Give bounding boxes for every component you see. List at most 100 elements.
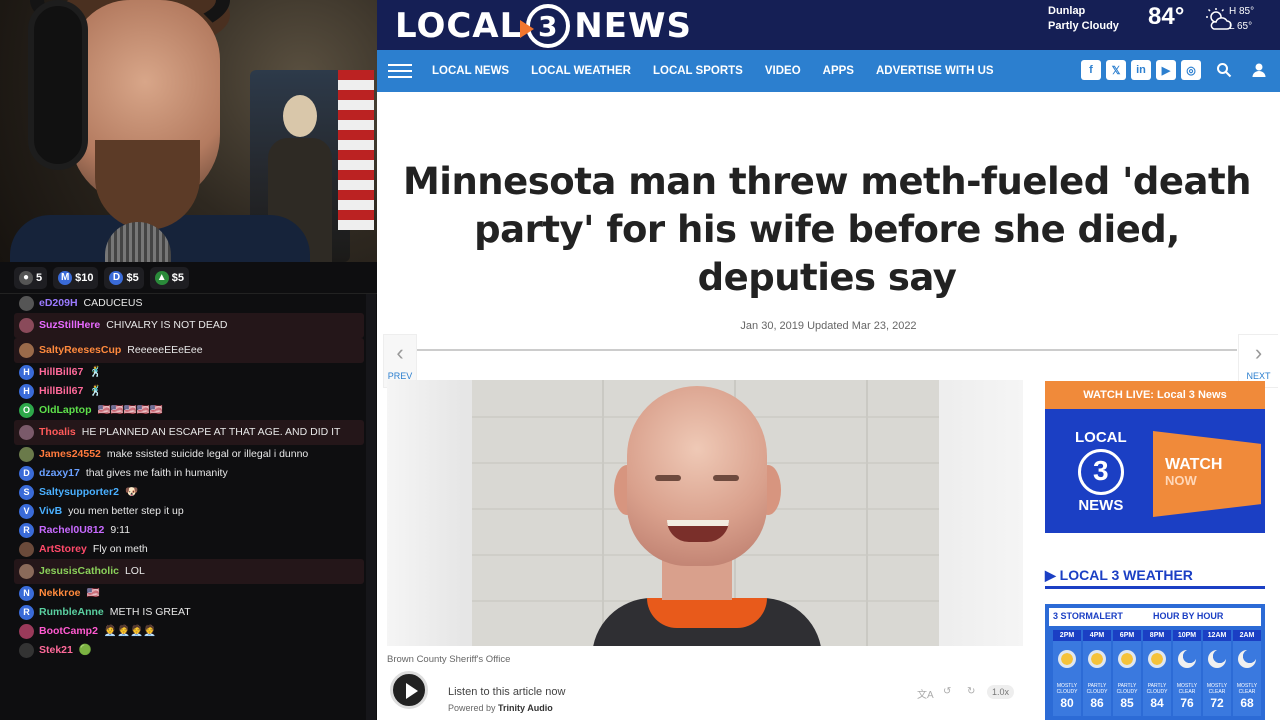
photo-eye — [713, 475, 739, 481]
watch-now-label: WATCH NOW — [1165, 456, 1223, 489]
avatar[interactable]: R — [19, 605, 34, 620]
forecast-temp: 86 — [1090, 696, 1104, 710]
avatar[interactable] — [19, 318, 34, 333]
forecast-time: 2PM — [1053, 630, 1081, 641]
avatar[interactable] — [19, 425, 34, 440]
forecast-time: 2AM — [1233, 630, 1261, 641]
translate-icon[interactable]: 文A — [917, 686, 934, 701]
sun-cloud-icon — [1088, 650, 1106, 668]
avatar[interactable] — [19, 447, 34, 462]
linkedin-icon[interactable]: in — [1131, 60, 1151, 80]
gifter-badge[interactable]: D $5 — [104, 266, 144, 289]
next-button[interactable]: › NEXT — [1238, 334, 1278, 388]
chat-message: SaltyReesesCup ReeeeeEEeEee — [14, 338, 364, 363]
weather-location[interactable]: Dunlap Partly Cloudy — [1048, 4, 1119, 34]
watch-live-promo[interactable]: WATCH LIVE: Local 3 News LOCAL 3 NEWS WA… — [1045, 381, 1265, 533]
chat-username[interactable]: dzaxy17 — [39, 467, 80, 479]
chat-username[interactable]: SuzStillHere — [39, 319, 100, 331]
forward-icon[interactable]: ↻ — [967, 686, 975, 697]
chat-message: R RumbleAnne METH IS GREAT — [14, 603, 364, 622]
chat-username[interactable]: Saltysupporter2 — [39, 486, 119, 498]
nav-link[interactable]: VIDEO — [765, 65, 801, 77]
chevron-left-icon: ‹ — [396, 340, 404, 365]
gifter-badge[interactable]: M $10 — [53, 266, 99, 289]
chat-message: ArtStorey Fly on meth — [14, 540, 364, 559]
avatar[interactable] — [19, 564, 34, 579]
chat-text: ReeeeeEEeEee — [127, 344, 203, 356]
next-label: NEXT — [1246, 371, 1271, 381]
avatar[interactable] — [19, 296, 34, 311]
gifter-amount: 5 — [36, 271, 43, 284]
chat-username[interactable]: Stek21 — [39, 644, 73, 656]
nav-link[interactable]: LOCAL SPORTS — [653, 65, 743, 77]
avatar[interactable]: R — [19, 523, 34, 538]
chat-text: LOL — [124, 565, 145, 577]
chat-username[interactable]: RumbleAnne — [39, 606, 104, 618]
avatar[interactable] — [19, 624, 34, 639]
chat-text: 🟢 — [78, 644, 92, 656]
steam-icon: ● — [19, 270, 33, 285]
gifter-badge[interactable]: ● 5 — [14, 266, 48, 289]
chat-scrollbar[interactable] — [366, 294, 376, 720]
chat-username[interactable]: Nekkroe — [39, 587, 80, 599]
chat-username[interactable]: JesusisCatholic — [39, 565, 119, 577]
facebook-icon[interactable]: f — [1081, 60, 1101, 80]
avatar[interactable]: H — [19, 365, 34, 380]
user-icon[interactable] — [1251, 62, 1267, 78]
chat-username[interactable]: eD209H — [39, 297, 78, 309]
chat-username[interactable]: OldLaptop — [39, 404, 92, 416]
playback-speed[interactable]: 1.0x — [987, 685, 1015, 699]
sun-cloud-icon — [1058, 650, 1076, 668]
chat-username[interactable]: Thoalis — [39, 426, 76, 438]
chat-text: Fly on meth — [92, 543, 148, 555]
nav-link[interactable]: LOCAL WEATHER — [531, 65, 631, 77]
nav-link[interactable]: APPS — [823, 65, 854, 77]
avatar[interactable]: V — [19, 504, 34, 519]
youtube-icon[interactable]: ▶ — [1156, 60, 1176, 80]
hour-by-hour-forecast[interactable]: 3 STORMALERT HOUR BY HOUR 2PM MOSTLY CLOU… — [1045, 604, 1265, 720]
photo-credit: Brown County Sheriff's Office — [387, 654, 511, 665]
tree-icon: ▲ — [154, 270, 169, 285]
chat-message: R Rachel0U812 9:11 — [14, 521, 364, 540]
article-photo[interactable] — [472, 380, 939, 646]
avatar[interactable]: S — [19, 485, 34, 500]
avatar[interactable]: H — [19, 384, 34, 399]
chat-message: O OldLaptop 🇺🇸🇺🇸🇺🇸🇺🇸🇺🇸 — [14, 401, 364, 420]
social-links: f 𝕏in ▶ ◎ — [1081, 60, 1201, 80]
gifter-badge[interactable]: ▲ $5 — [149, 266, 189, 289]
logo-news: NEWS — [574, 6, 692, 46]
menu-icon[interactable] — [388, 64, 412, 78]
avatar[interactable] — [19, 643, 34, 658]
audio-play-button[interactable] — [390, 671, 428, 709]
avatar[interactable] — [19, 542, 34, 557]
chat-username[interactable]: HillBill67 — [39, 366, 83, 378]
photo-collar — [647, 598, 767, 628]
nav-link[interactable]: LOCAL NEWS — [432, 65, 509, 77]
instagram-icon[interactable]: ◎ — [1181, 60, 1201, 80]
avatar[interactable] — [19, 343, 34, 358]
chat-username[interactable]: SaltyReesesCup — [39, 344, 121, 356]
search-icon[interactable] — [1216, 62, 1232, 78]
chat-text: CADUCEUS — [83, 297, 143, 309]
logo-three: 3 — [520, 4, 571, 48]
watch-live-title: WATCH LIVE: Local 3 News — [1045, 381, 1265, 409]
rewind-icon[interactable]: ↺ — [943, 686, 951, 697]
high-temp: H 85° — [1229, 6, 1255, 17]
site-logo[interactable]: LOCAL 3 NEWS — [395, 4, 692, 48]
chat-username[interactable]: VivB — [39, 505, 62, 517]
chat-username[interactable]: James24552 — [39, 448, 101, 460]
chat-username[interactable]: HillBill67 — [39, 385, 83, 397]
chat-username[interactable]: BootCamp2 — [39, 625, 98, 637]
chat-text: HE PLANNED AN ESCAPE AT THAT AGE. AND DI… — [81, 426, 341, 438]
forecast-time: 4PM — [1083, 630, 1111, 641]
weather-heading[interactable]: ▶ LOCAL 3 WEATHER — [1045, 567, 1265, 589]
chat-username[interactable]: Rachel0U812 — [39, 524, 104, 536]
chat-username[interactable]: ArtStorey — [39, 543, 87, 555]
gifter-bar: ● 5 M $10 D $5 ▲ $5 — [0, 262, 377, 294]
forecast-hour: 12AM MOSTLY CLEAR 72 — [1203, 630, 1231, 716]
nav-link[interactable]: ADVERTISE WITH US — [876, 65, 994, 77]
x-icon[interactable]: 𝕏 — [1106, 60, 1126, 80]
avatar[interactable]: N — [19, 586, 34, 601]
avatar[interactable]: D — [19, 466, 34, 481]
avatar[interactable]: O — [19, 403, 34, 418]
